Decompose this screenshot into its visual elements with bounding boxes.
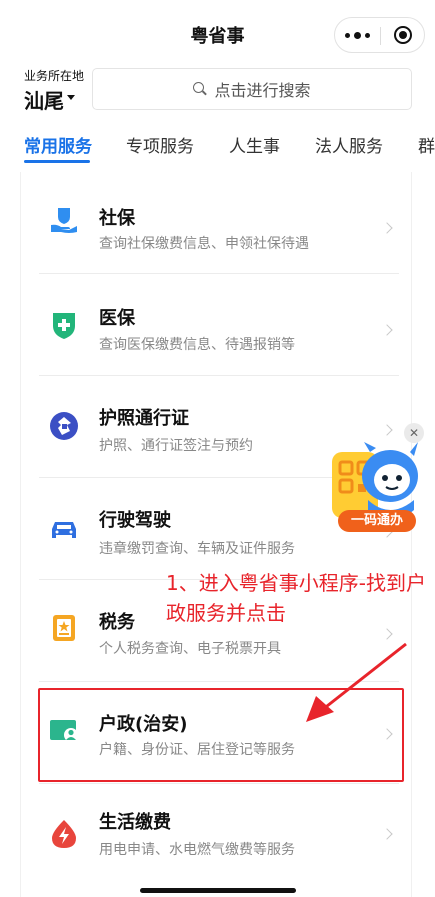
close-icon[interactable] xyxy=(381,18,425,52)
tab-special-services[interactable]: 专项服务 xyxy=(126,132,194,157)
utility-icon xyxy=(52,820,76,848)
service-title: 生活缴费 xyxy=(99,812,171,833)
caret-down-icon[interactable] xyxy=(67,95,75,100)
service-desc: 查询社保缴费信息、申领社保待遇 xyxy=(99,236,309,252)
car-icon xyxy=(52,522,76,538)
service-desc: 违章缴罚查询、车辆及证件服务 xyxy=(99,541,295,557)
top-bar: 粤省事 xyxy=(0,0,435,66)
home-indicator xyxy=(140,888,296,893)
service-title: 税务 xyxy=(99,612,135,633)
promo-label[interactable]: 一码通办 xyxy=(338,510,416,532)
service-title: 行驶驾驶 xyxy=(99,510,171,531)
service-desc: 查询医保缴费信息、待遇报销等 xyxy=(99,337,295,353)
service-title: 医保 xyxy=(99,308,135,329)
service-item-utility-payment[interactable]: 生活缴费 用电申请、水电燃气缴费等服务 xyxy=(21,784,413,886)
location-label: 业务所在地 xyxy=(24,69,85,83)
annotation-text: 1、进入粤省事小程序-找到户政服务并点击 xyxy=(166,571,426,625)
service-item-medical-insurance[interactable]: 医保 查询医保缴费信息、待遇报销等 xyxy=(21,274,413,376)
hand-shield-icon xyxy=(51,208,77,233)
service-title: 社保 xyxy=(99,208,135,229)
annotation-arrow xyxy=(306,642,407,722)
chevron-right-icon xyxy=(381,828,393,840)
search-placeholder: 点击进行搜索 xyxy=(214,81,311,100)
service-title: 护照通行证 xyxy=(99,408,189,429)
tab-legal-person-services[interactable]: 法人服务 xyxy=(315,132,383,157)
chevron-right-icon xyxy=(381,424,393,436)
chevron-right-icon xyxy=(381,222,393,234)
more-icon[interactable] xyxy=(335,18,380,52)
chevron-right-icon xyxy=(381,324,393,336)
tax-icon xyxy=(53,615,75,641)
tab-life-events[interactable]: 人生事 xyxy=(229,132,280,157)
mini-program-capsule xyxy=(334,17,425,53)
service-desc: 用电申请、水电燃气缴费等服务 xyxy=(99,842,295,858)
category-tabs: 常用服务 专项服务 人生事 法人服务 群 xyxy=(0,124,435,164)
search-input[interactable]: 点击进行搜索 xyxy=(92,68,412,110)
chevron-right-icon xyxy=(381,628,393,640)
service-desc: 护照、通行证签注与预约 xyxy=(99,438,253,454)
promo-close-icon[interactable]: ✕ xyxy=(404,423,424,443)
service-desc: 个人税务查询、电子税票开具 xyxy=(99,641,281,657)
tab-group[interactable]: 群 xyxy=(418,132,435,157)
search-icon xyxy=(193,82,207,96)
medical-shield-icon xyxy=(53,313,75,339)
tab-common-services[interactable]: 常用服务 xyxy=(24,132,92,157)
location-city[interactable]: 汕尾 xyxy=(24,85,64,114)
active-tab-indicator xyxy=(24,160,90,163)
service-item-social-security[interactable]: 社保 查询社保缴费信息、申领社保待遇 xyxy=(21,172,413,274)
passport-icon xyxy=(50,412,78,440)
